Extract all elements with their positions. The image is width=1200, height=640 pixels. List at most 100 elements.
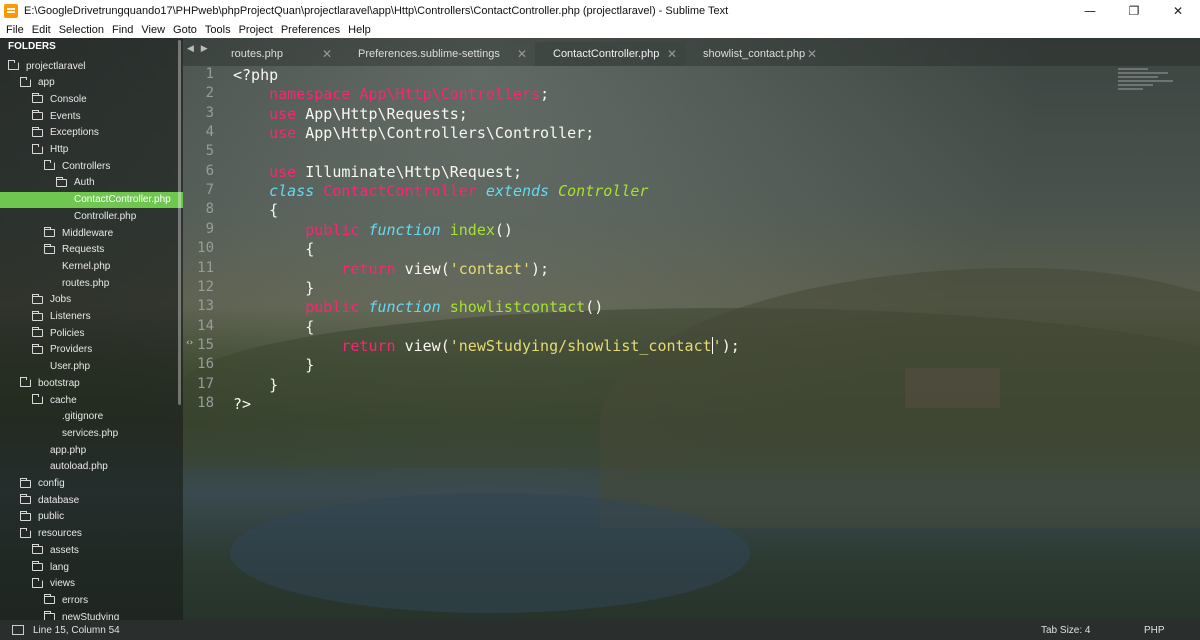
sidebar-file[interactable]: ContactController.php bbox=[0, 191, 183, 208]
sidebar-folder[interactable]: Middleware bbox=[0, 225, 183, 241]
line-number: 9 bbox=[205, 220, 214, 237]
sidebar-folder[interactable]: Providers bbox=[0, 342, 183, 358]
code-line: use Illuminate\Http\Request; bbox=[233, 163, 522, 181]
tab-close-icon[interactable]: ✕ bbox=[517, 47, 527, 61]
code-token: } bbox=[233, 356, 315, 375]
sidebar-file[interactable]: app.php bbox=[0, 442, 183, 458]
tab-contactcontroller-php[interactable]: ContactController.php ✕ bbox=[535, 42, 685, 66]
tab-showlist-contact-php[interactable]: showlist_contact.php ✕ bbox=[685, 42, 825, 66]
sidebar-item-label: Console bbox=[50, 93, 87, 105]
minimap-line bbox=[1118, 88, 1143, 90]
sidebar-folder[interactable]: Exceptions bbox=[0, 125, 183, 141]
sidebar-folder[interactable]: database bbox=[0, 492, 183, 508]
tab-close-icon[interactable]: ✕ bbox=[807, 47, 817, 61]
sidebar-folder[interactable]: Auth bbox=[0, 175, 183, 191]
sidebar-folder[interactable]: newStudying bbox=[0, 609, 183, 620]
tab-label: ContactController.php bbox=[553, 48, 660, 60]
menu-tools[interactable]: Tools bbox=[201, 24, 235, 36]
code-line: use App\Http\Requests; bbox=[233, 105, 468, 123]
sidebar-file[interactable]: routes.php bbox=[0, 275, 183, 291]
code-token: 'contact' bbox=[449, 259, 532, 278]
menu-file[interactable]: File bbox=[2, 24, 28, 36]
folder-open-icon bbox=[20, 76, 31, 87]
sidebar-folder[interactable]: Events bbox=[0, 108, 183, 124]
close-button[interactable]: ✕ bbox=[1156, 0, 1200, 21]
sidebar-file[interactable]: Controller.php bbox=[0, 208, 183, 224]
menu-view[interactable]: View bbox=[137, 24, 169, 36]
sidebar-folder[interactable]: app bbox=[0, 75, 183, 91]
syntax-indicator[interactable]: PHP bbox=[1144, 625, 1165, 636]
sidebar-item-label: routes.php bbox=[62, 277, 110, 289]
sidebar-folder[interactable]: Policies bbox=[0, 325, 183, 341]
folder-icon bbox=[56, 176, 67, 187]
sidebar-folder[interactable]: errors bbox=[0, 592, 183, 608]
sidebar-folder[interactable]: projectlaravel bbox=[0, 58, 183, 74]
sidebar-file[interactable]: User.php bbox=[0, 359, 183, 375]
line-number: 6 bbox=[205, 162, 214, 179]
menu-goto[interactable]: Goto bbox=[169, 24, 201, 36]
sidebar-file[interactable]: services.php bbox=[0, 425, 183, 441]
sidebar-folder[interactable]: Console bbox=[0, 91, 183, 107]
tab-close-icon[interactable]: ✕ bbox=[322, 47, 332, 61]
sidebar-folder[interactable]: Requests bbox=[0, 242, 183, 258]
background-house bbox=[905, 368, 1000, 408]
tab-preferences-sublime-settings[interactable]: Preferences.sublime-settings ✕ bbox=[340, 42, 535, 66]
sidebar-item-label: app bbox=[38, 77, 55, 89]
sidebar-item-label: database bbox=[38, 494, 80, 506]
menu-selection[interactable]: Selection bbox=[55, 24, 108, 36]
sidebar-file[interactable]: .gitignore bbox=[0, 409, 183, 425]
sidebar-folder[interactable]: assets bbox=[0, 542, 183, 558]
menu-help[interactable]: Help bbox=[344, 24, 375, 36]
code-token: Controller bbox=[558, 182, 649, 201]
sublime-app-icon bbox=[4, 3, 18, 18]
menu-find[interactable]: Find bbox=[108, 24, 137, 36]
sidebar-folder[interactable]: Jobs bbox=[0, 292, 183, 308]
tab-routes-php[interactable]: routes.php ✕ bbox=[183, 42, 340, 66]
main-area: FOLDERS projectlaravel app Console Events Ex… bbox=[0, 38, 1200, 620]
code-token: } bbox=[233, 375, 279, 394]
sidebar-item-label: errors bbox=[62, 594, 89, 606]
menu-edit[interactable]: Edit bbox=[28, 24, 55, 36]
code-token: ); bbox=[721, 336, 740, 355]
code-line: <?php bbox=[233, 66, 278, 84]
background-hill bbox=[600, 268, 1200, 528]
sidebar-file[interactable]: Kernel.php bbox=[0, 258, 183, 274]
sidebar-item-label: autoload.php bbox=[50, 461, 108, 473]
line-number: 1 bbox=[205, 66, 214, 82]
sidebar-item-label: Policies bbox=[50, 327, 85, 339]
sidebar-scrollbar[interactable] bbox=[178, 40, 181, 405]
sidebar-item-label: Events bbox=[50, 110, 81, 122]
sidebar-folder[interactable]: views bbox=[0, 576, 183, 592]
sidebar-folder[interactable]: Listeners bbox=[0, 309, 183, 325]
sidebar-item-label: Middleware bbox=[62, 227, 114, 239]
maximize-button[interactable]: ❐ bbox=[1112, 0, 1156, 21]
sidebar-folder[interactable]: resources bbox=[0, 526, 183, 542]
code-token: } bbox=[233, 278, 315, 297]
panel-toggle-icon[interactable] bbox=[12, 625, 24, 635]
sidebar-folder[interactable]: Controllers bbox=[0, 158, 183, 174]
sidebar-folder[interactable]: Http bbox=[0, 142, 183, 158]
minimap[interactable] bbox=[1118, 68, 1182, 108]
code-token: () bbox=[494, 220, 513, 239]
minimize-button[interactable]: — bbox=[1068, 0, 1112, 21]
sidebar-file[interactable]: autoload.php bbox=[0, 459, 183, 475]
fold-marker-icon[interactable]: ‹› bbox=[186, 338, 193, 348]
sidebar-folder[interactable]: public bbox=[0, 509, 183, 525]
code-line: } bbox=[233, 376, 278, 394]
tab-size-indicator[interactable]: Tab Size: 4 bbox=[1041, 625, 1090, 636]
menu-preferences[interactable]: Preferences bbox=[277, 24, 344, 36]
sidebar-folder[interactable]: config bbox=[0, 476, 183, 492]
sidebar-folder[interactable]: lang bbox=[0, 559, 183, 575]
sidebar-item-label: Controller.php bbox=[74, 210, 137, 222]
folder-open-icon bbox=[32, 143, 43, 154]
menu-project[interactable]: Project bbox=[235, 24, 277, 36]
sidebar-folder[interactable]: bootstrap bbox=[0, 375, 183, 391]
folder-icon bbox=[32, 343, 43, 354]
sidebar-folder[interactable]: cache bbox=[0, 392, 183, 408]
folder-icon bbox=[20, 494, 31, 505]
tab-close-icon[interactable]: ✕ bbox=[667, 47, 677, 61]
